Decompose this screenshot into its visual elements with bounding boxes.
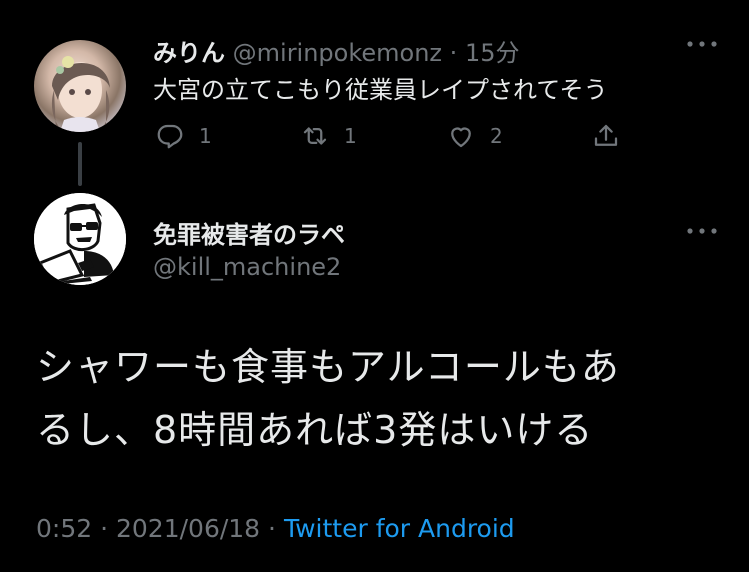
main-tweet-text-line1: シャワーも食事もアルコールもあ (36, 345, 620, 389)
reply-to-display-name[interactable]: みりん (153, 39, 225, 67)
main-tweet-display-name[interactable]: 免罪被害者のラペ (153, 215, 345, 250)
reply-to-time[interactable]: 15分 (465, 39, 520, 67)
thread-connector-line (78, 142, 82, 186)
like-icon (451, 127, 471, 148)
main-tweet-more-icon[interactable] (684, 225, 720, 236)
main-tweet-time[interactable]: 0:52 (36, 514, 92, 543)
reply-to-separator: · (449, 39, 458, 67)
like-action[interactable]: 2 (446, 121, 503, 151)
reply-icon (157, 124, 183, 149)
footer-separator-2: · (268, 514, 276, 543)
reply-to-text: 大宮の立てこもり従業員レイプされてそう (153, 76, 608, 104)
reply-to-avatar[interactable] (34, 40, 126, 132)
main-tweet-client-link[interactable]: Twitter for Android (284, 514, 515, 543)
like-count: 2 (490, 124, 503, 148)
retweet-count: 1 (344, 124, 357, 148)
main-tweet-footer: 0:52 · 2021/06/18 · Twitter for Android (36, 514, 515, 543)
main-tweet-handle[interactable]: @kill_machine2 (153, 253, 341, 281)
reply-to-handle[interactable]: @mirinpokemonz (233, 39, 442, 67)
retweet-action[interactable]: 1 (300, 121, 357, 151)
main-tweet-avatar[interactable] (34, 193, 126, 285)
reply-to-more-icon[interactable] (684, 38, 720, 49)
reply-count: 1 (199, 124, 212, 148)
retweet-icon (303, 127, 327, 145)
footer-separator-1: · (100, 514, 109, 543)
share-action[interactable] (591, 121, 621, 151)
reply-action[interactable]: 1 (155, 121, 212, 151)
main-tweet-text: シャワーも食事もアルコールもあ るし、8時間あれば3発はいける (36, 336, 716, 462)
share-icon (594, 124, 618, 146)
reply-to-header: みりん @mirinpokemonz · 15分 (153, 33, 520, 68)
main-tweet-date[interactable]: 2021/06/18 (116, 514, 260, 543)
main-tweet-text-line2: るし、8時間あれば3発はいける (36, 408, 594, 452)
